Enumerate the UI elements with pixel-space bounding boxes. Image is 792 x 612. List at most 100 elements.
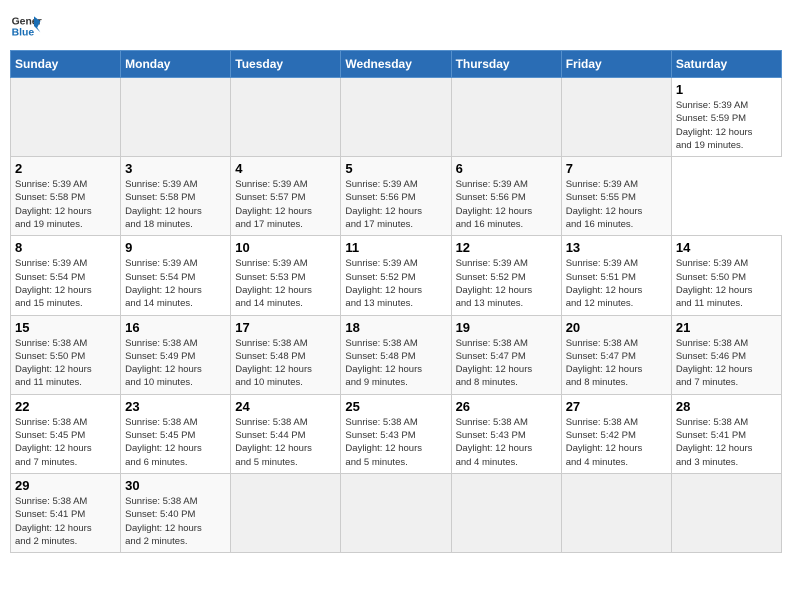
day-number: 2 xyxy=(15,161,116,176)
day-number: 24 xyxy=(235,399,336,414)
day-info: Sunrise: 5:38 AMSunset: 5:42 PMDaylight:… xyxy=(566,416,667,469)
column-header-thursday: Thursday xyxy=(451,51,561,78)
day-info: Sunrise: 5:38 AMSunset: 5:46 PMDaylight:… xyxy=(676,337,777,390)
calendar-week-5: 22 Sunrise: 5:38 AMSunset: 5:45 PMDayligh… xyxy=(11,394,782,473)
day-info: Sunrise: 5:38 AMSunset: 5:47 PMDaylight:… xyxy=(566,337,667,390)
day-info: Sunrise: 5:39 AMSunset: 5:53 PMDaylight:… xyxy=(235,257,336,310)
day-number: 10 xyxy=(235,240,336,255)
calendar-cell: 12Sunrise: 5:39 AMSunset: 5:52 PMDayligh… xyxy=(451,236,561,315)
calendar-cell xyxy=(121,78,231,157)
day-info: Sunrise: 5:38 AMSunset: 5:45 PMDaylight:… xyxy=(15,416,116,469)
day-info: Sunrise: 5:39 AMSunset: 5:56 PMDaylight:… xyxy=(456,178,557,231)
day-info: Sunrise: 5:38 AMSunset: 5:43 PMDaylight:… xyxy=(345,416,446,469)
day-number: 17 xyxy=(235,320,336,335)
day-number: 3 xyxy=(125,161,226,176)
day-info: Sunrise: 5:39 AMSunset: 5:59 PMDaylight:… xyxy=(676,99,777,152)
day-info: Sunrise: 5:38 AMSunset: 5:41 PMDaylight:… xyxy=(676,416,777,469)
day-number: 28 xyxy=(676,399,777,414)
svg-text:Blue: Blue xyxy=(12,28,35,39)
calendar-cell: 1 Sunrise: 5:39 AMSunset: 5:59 PMDaylight… xyxy=(671,78,781,157)
calendar-cell: 8Sunrise: 5:39 AMSunset: 5:54 PMDaylight… xyxy=(11,236,121,315)
day-number: 4 xyxy=(235,161,336,176)
calendar-cell xyxy=(451,473,561,552)
calendar-table: SundayMondayTuesdayWednesdayThursdayFrid… xyxy=(10,50,782,553)
day-info: Sunrise: 5:38 AMSunset: 5:50 PMDaylight:… xyxy=(15,337,116,390)
day-info: Sunrise: 5:38 AMSunset: 5:49 PMDaylight:… xyxy=(125,337,226,390)
column-header-wednesday: Wednesday xyxy=(341,51,451,78)
calendar-cell xyxy=(561,473,671,552)
day-number: 26 xyxy=(456,399,557,414)
day-info: Sunrise: 5:39 AMSunset: 5:55 PMDaylight:… xyxy=(566,178,667,231)
calendar-cell: 23Sunrise: 5:38 AMSunset: 5:45 PMDayligh… xyxy=(121,394,231,473)
day-number: 11 xyxy=(345,240,446,255)
day-number: 21 xyxy=(676,320,777,335)
calendar-cell xyxy=(341,473,451,552)
calendar-cell: 9 Sunrise: 5:39 AMSunset: 5:54 PMDaylight… xyxy=(121,236,231,315)
calendar-cell: 17Sunrise: 5:38 AMSunset: 5:48 PMDayligh… xyxy=(231,315,341,394)
calendar-cell: 27 Sunrise: 5:38 AMSunset: 5:42 PMDayligh… xyxy=(561,394,671,473)
day-info: Sunrise: 5:39 AMSunset: 5:57 PMDaylight:… xyxy=(235,178,336,231)
day-info: Sunrise: 5:39 AMSunset: 5:58 PMDaylight:… xyxy=(125,178,226,231)
day-number: 25 xyxy=(345,399,446,414)
calendar-cell xyxy=(671,473,781,552)
calendar-cell: 3 Sunrise: 5:39 AMSunset: 5:58 PMDaylight… xyxy=(121,157,231,236)
day-info: Sunrise: 5:39 AMSunset: 5:51 PMDaylight:… xyxy=(566,257,667,310)
calendar-cell: 18Sunrise: 5:38 AMSunset: 5:48 PMDayligh… xyxy=(341,315,451,394)
day-info: Sunrise: 5:38 AMSunset: 5:41 PMDaylight:… xyxy=(15,495,116,548)
calendar-cell: 6 Sunrise: 5:39 AMSunset: 5:56 PMDaylight… xyxy=(451,157,561,236)
day-number: 14 xyxy=(676,240,777,255)
calendar-cell: 21 Sunrise: 5:38 AMSunset: 5:46 PMDayligh… xyxy=(671,315,781,394)
day-info: Sunrise: 5:39 AMSunset: 5:52 PMDaylight:… xyxy=(456,257,557,310)
day-number: 7 xyxy=(566,161,667,176)
day-number: 5 xyxy=(345,161,446,176)
calendar-cell xyxy=(561,78,671,157)
logo: General Blue xyxy=(10,10,42,42)
header: General Blue xyxy=(10,10,782,42)
day-info: Sunrise: 5:38 AMSunset: 5:44 PMDaylight:… xyxy=(235,416,336,469)
calendar-week-2: 2 Sunrise: 5:39 AMSunset: 5:58 PMDaylight… xyxy=(11,157,782,236)
day-info: Sunrise: 5:39 AMSunset: 5:50 PMDaylight:… xyxy=(676,257,777,310)
calendar-week-1: 1 Sunrise: 5:39 AMSunset: 5:59 PMDaylight… xyxy=(11,78,782,157)
calendar-cell: 16 Sunrise: 5:38 AMSunset: 5:49 PMDayligh… xyxy=(121,315,231,394)
day-number: 1 xyxy=(676,82,777,97)
calendar-week-4: 15Sunrise: 5:38 AMSunset: 5:50 PMDayligh… xyxy=(11,315,782,394)
calendar-cell: 7 Sunrise: 5:39 AMSunset: 5:55 PMDaylight… xyxy=(561,157,671,236)
day-number: 9 xyxy=(125,240,226,255)
column-header-sunday: Sunday xyxy=(11,51,121,78)
calendar-cell: 24 Sunrise: 5:38 AMSunset: 5:44 PMDayligh… xyxy=(231,394,341,473)
day-number: 19 xyxy=(456,320,557,335)
column-header-monday: Monday xyxy=(121,51,231,78)
day-number: 18 xyxy=(345,320,446,335)
calendar-cell: 13Sunrise: 5:39 AMSunset: 5:51 PMDayligh… xyxy=(561,236,671,315)
calendar-cell xyxy=(11,78,121,157)
calendar-cell xyxy=(341,78,451,157)
day-info: Sunrise: 5:39 AMSunset: 5:58 PMDaylight:… xyxy=(15,178,116,231)
day-number: 22 xyxy=(15,399,116,414)
calendar-cell: 26 Sunrise: 5:38 AMSunset: 5:43 PMDayligh… xyxy=(451,394,561,473)
calendar-cell: 19 Sunrise: 5:38 AMSunset: 5:47 PMDayligh… xyxy=(451,315,561,394)
calendar-cell: 22 Sunrise: 5:38 AMSunset: 5:45 PMDayligh… xyxy=(11,394,121,473)
calendar-cell: 14 Sunrise: 5:39 AMSunset: 5:50 PMDayligh… xyxy=(671,236,781,315)
day-number: 6 xyxy=(456,161,557,176)
day-info: Sunrise: 5:39 AMSunset: 5:54 PMDaylight:… xyxy=(125,257,226,310)
calendar-cell: 10 Sunrise: 5:39 AMSunset: 5:53 PMDayligh… xyxy=(231,236,341,315)
calendar-cell: 30Sunrise: 5:38 AMSunset: 5:40 PMDayligh… xyxy=(121,473,231,552)
day-info: Sunrise: 5:38 AMSunset: 5:47 PMDaylight:… xyxy=(456,337,557,390)
calendar-cell: 20Sunrise: 5:38 AMSunset: 5:47 PMDayligh… xyxy=(561,315,671,394)
logo-icon: General Blue xyxy=(10,10,42,42)
calendar-cell xyxy=(451,78,561,157)
day-info: Sunrise: 5:39 AMSunset: 5:56 PMDaylight:… xyxy=(345,178,446,231)
day-number: 23 xyxy=(125,399,226,414)
day-info: Sunrise: 5:38 AMSunset: 5:43 PMDaylight:… xyxy=(456,416,557,469)
calendar-week-3: 8Sunrise: 5:39 AMSunset: 5:54 PMDaylight… xyxy=(11,236,782,315)
day-info: Sunrise: 5:39 AMSunset: 5:52 PMDaylight:… xyxy=(345,257,446,310)
calendar-cell: 15Sunrise: 5:38 AMSunset: 5:50 PMDayligh… xyxy=(11,315,121,394)
day-info: Sunrise: 5:39 AMSunset: 5:54 PMDaylight:… xyxy=(15,257,116,310)
day-number: 27 xyxy=(566,399,667,414)
calendar-cell xyxy=(231,78,341,157)
day-info: Sunrise: 5:38 AMSunset: 5:40 PMDaylight:… xyxy=(125,495,226,548)
day-number: 16 xyxy=(125,320,226,335)
column-header-tuesday: Tuesday xyxy=(231,51,341,78)
calendar-cell: 4 Sunrise: 5:39 AMSunset: 5:57 PMDaylight… xyxy=(231,157,341,236)
calendar-cell: 29Sunrise: 5:38 AMSunset: 5:41 PMDayligh… xyxy=(11,473,121,552)
